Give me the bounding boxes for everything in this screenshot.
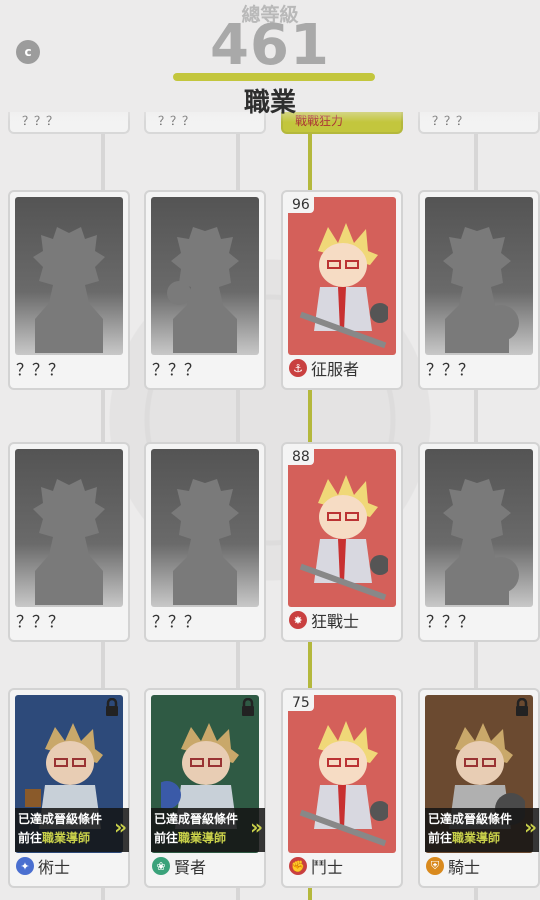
level-badge: 96: [288, 197, 314, 213]
class-card-sage[interactable]: 已達成晉級條件 前往職業導師 » ❀ 賢者: [144, 688, 266, 888]
page-title: 職業: [243, 88, 296, 118]
berserker-icon: ✸: [289, 611, 307, 629]
banner-line1: 已達成晉級條件: [154, 812, 239, 826]
class-label: ？？？: [426, 360, 475, 379]
chevron-right-icon: »: [524, 815, 537, 839]
job-mentor-link[interactable]: 職業導師: [42, 831, 90, 845]
banner-line1: 已達成晉級條件: [18, 812, 103, 826]
anchor-icon: ⚓: [289, 359, 307, 377]
silhouette-portrait: [151, 197, 259, 355]
lock-icon: [516, 698, 528, 716]
class-card-unknown[interactable]: ？？？: [144, 442, 266, 642]
class-name: 賢者: [174, 858, 207, 877]
class-card-warlock[interactable]: 已達成晉級條件 前往職業導師 » ✦ 術士: [8, 688, 130, 888]
class-label: ⛨ 騎士: [426, 854, 480, 878]
class-label: ✊ 鬥士: [289, 854, 343, 878]
banner-line1: 已達成晉級條件: [428, 812, 513, 826]
class-card-conqueror[interactable]: 96 ⚓ 征服者: [281, 190, 403, 390]
promotion-banner[interactable]: 已達成晉級條件 前往職業導師 »: [15, 808, 129, 852]
fighter-icon: ✊: [289, 857, 307, 875]
banner-prefix: 前往: [428, 831, 453, 845]
promotion-banner[interactable]: 已達成晉級條件 前往職業導師 »: [151, 808, 265, 852]
class-name: 鬥士: [311, 858, 344, 877]
class-label: ❀ 賢者: [152, 854, 206, 878]
chevron-right-icon: »: [114, 815, 127, 839]
progress-bar: [173, 73, 375, 81]
job-mentor-link[interactable]: 職業導師: [178, 831, 226, 845]
lock-icon: [106, 698, 118, 716]
silhouette-portrait: [15, 449, 123, 607]
character-portrait: [288, 197, 396, 355]
silhouette-portrait: [425, 449, 533, 607]
class-label: ？？？: [426, 612, 475, 631]
knight-icon: ⛨: [426, 857, 444, 875]
silhouette-portrait: [425, 197, 533, 355]
warlock-icon: ✦: [16, 857, 34, 875]
class-card-knight[interactable]: 已達成晉級條件 前往職業導師 » ⛨ 騎士: [418, 688, 540, 888]
character-portrait: [288, 695, 396, 853]
total-level-value: 461: [210, 13, 330, 78]
class-card-unknown[interactable]: ？？？: [418, 190, 540, 390]
character-portrait: [288, 449, 396, 607]
class-label: ？？？: [152, 612, 201, 631]
class-card-unknown[interactable]: ？？？: [8, 442, 130, 642]
class-label: ？？？: [16, 360, 65, 379]
silhouette-portrait: [15, 197, 123, 355]
class-card-berserker[interactable]: 88 ✸ 狂戰士: [281, 442, 403, 642]
lock-icon: [242, 698, 254, 716]
header: c 總等級 461 職業: [0, 0, 540, 122]
class-label: ？？？: [152, 360, 201, 379]
class-name: 征服者: [311, 360, 360, 379]
promotion-banner[interactable]: 已達成晉級條件 前往職業導師 »: [425, 808, 539, 852]
banner-prefix: 前往: [154, 831, 179, 845]
class-label: ？？？: [16, 612, 65, 631]
job-mentor-link[interactable]: 職業導師: [452, 831, 500, 845]
silhouette-portrait: [151, 449, 259, 607]
class-card-fighter[interactable]: 75 ✊ 鬥士: [281, 688, 403, 888]
sage-icon: ❀: [152, 857, 170, 875]
class-label: ⚓ 征服者: [289, 356, 359, 380]
class-card-unknown[interactable]: ？？？: [144, 190, 266, 390]
class-label: ✦ 術士: [16, 854, 70, 878]
class-label: ✸ 狂戰士: [289, 608, 359, 632]
class-card-unknown[interactable]: ？？？: [8, 190, 130, 390]
class-name: 術士: [38, 858, 71, 877]
class-name: 狂戰士: [311, 612, 360, 631]
level-badge: 75: [288, 695, 314, 711]
banner-prefix: 前往: [18, 831, 43, 845]
class-name: 騎士: [448, 858, 481, 877]
class-card-unknown[interactable]: ？？？: [418, 442, 540, 642]
level-badge: 88: [288, 449, 314, 465]
chevron-right-icon: »: [250, 815, 263, 839]
